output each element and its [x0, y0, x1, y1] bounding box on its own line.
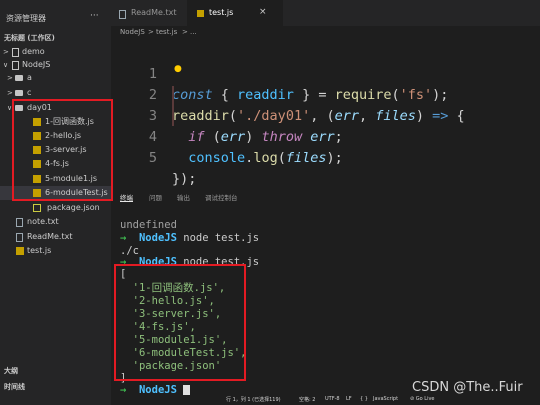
tree-item-nodejs[interactable]: ∨ NodeJS	[0, 58, 111, 72]
breadcrumb: NodeJS > test.js > ...	[111, 26, 540, 40]
prompt-directory: NodeJS	[138, 232, 177, 244]
tab-output[interactable]: 输出	[177, 192, 190, 202]
tree-item-file[interactable]: test.js	[0, 244, 111, 258]
tree-item-file[interactable]: note.txt	[0, 215, 111, 229]
code-line-1[interactable]: 1 const { readdir } = require('fs');	[111, 43, 540, 103]
tree-item-demo[interactable]: > demo	[0, 45, 111, 59]
terminal-line: undefined	[120, 219, 520, 231]
tree-item-label: test.js	[27, 246, 52, 255]
text-file-icon	[119, 10, 126, 19]
breadcrumb-more[interactable]: ...	[190, 28, 197, 36]
tree-item-file[interactable]: ReadMe.txt	[0, 230, 111, 244]
tree-item-label: note.txt	[27, 217, 59, 226]
chevron-down-icon: ∨	[3, 61, 9, 69]
status-go-live[interactable]: ⊘ Go Live	[410, 396, 435, 402]
tree-item-label: ReadMe.txt	[27, 232, 73, 241]
tab-readme[interactable]: ReadMe.txt	[111, 0, 187, 26]
tree-item-label: c	[27, 88, 32, 97]
tree-item-folder-c[interactable]: > c	[0, 86, 111, 100]
chevron-right-icon: >	[7, 89, 13, 97]
folder-icon	[15, 75, 23, 81]
workspace-folder-icon	[12, 61, 19, 70]
tab-terminal[interactable]: 终端	[120, 192, 133, 202]
tree-item-file[interactable]: package.json	[0, 201, 111, 215]
tree-item-folder-a[interactable]: > a	[0, 71, 111, 85]
folder-icon	[15, 90, 23, 96]
highlight-box-output	[114, 264, 246, 381]
tab-debug-console[interactable]: 调试控制台	[205, 192, 238, 202]
more-actions-icon[interactable]: ···	[90, 11, 99, 21]
js-file-icon	[197, 10, 204, 17]
prompt-arrow-icon: →	[120, 384, 127, 396]
timeline-section[interactable]: 时间线	[4, 382, 25, 392]
prompt-directory: NodeJS	[138, 384, 177, 396]
line-number: 5	[148, 150, 157, 166]
status-bar: 行 1，列 1 (已选择119) 空格: 2 UTF-8 LF { } Java…	[111, 396, 540, 405]
text-file-icon	[16, 218, 23, 227]
watermark: CSDN @The..Fuir	[412, 380, 523, 395]
breadcrumb-separator: >	[148, 28, 154, 36]
js-file-icon	[16, 247, 24, 255]
status-cursor-position[interactable]: 行 1，列 1 (已选择119)	[226, 396, 281, 403]
tree-item-label: demo	[22, 47, 45, 56]
text-file-icon	[16, 233, 23, 242]
code-text: console.log(files);	[188, 150, 343, 166]
breadcrumb-nodejs[interactable]: NodeJS	[120, 28, 145, 36]
status-eol[interactable]: LF	[346, 396, 352, 402]
status-encoding[interactable]: UTF-8	[325, 396, 340, 402]
editor-tab-bar: ReadMe.txt test.js ×	[111, 0, 540, 26]
json-file-icon	[33, 204, 41, 212]
tab-label: test.js	[209, 8, 234, 17]
code-line-4[interactable]: 4 console.log(files);	[111, 106, 540, 166]
terminal-prompt-line: → NodeJS node test.js	[120, 232, 520, 244]
close-icon[interactable]: ×	[259, 7, 267, 17]
tree-item-label: NodeJS	[22, 60, 51, 69]
tab-test-js[interactable]: test.js ×	[187, 0, 283, 26]
highlight-box-files	[12, 99, 113, 201]
tree-item-label: a	[27, 73, 32, 82]
panel-tab-bar: 终端 问题 输出 调试控制台	[111, 186, 540, 204]
chevron-right-icon: >	[3, 48, 9, 56]
chevron-right-icon: >	[7, 74, 13, 82]
code-line-3[interactable]: 3 if (err) throw err;	[111, 85, 540, 145]
terminal-command: node test.js	[183, 232, 260, 244]
code-line-5[interactable]: 5 });	[111, 127, 540, 187]
workspace-title: 无标题 (工作区)	[4, 34, 55, 42]
lightbulb-icon[interactable]: ●	[174, 64, 182, 74]
terminal-cursor	[183, 385, 191, 395]
explorer-title: 资源管理器	[6, 14, 46, 23]
workspace-folder-icon	[12, 48, 19, 57]
tab-label: ReadMe.txt	[131, 8, 177, 17]
explorer-sidebar: 资源管理器 ··· 无标题 (工作区) > demo ∨ NodeJS > a …	[0, 0, 113, 405]
status-language[interactable]: JavaScript	[373, 396, 398, 402]
status-indentation[interactable]: 空格: 2	[299, 396, 315, 403]
breadcrumb-test-js[interactable]: test.js	[156, 28, 177, 36]
breadcrumb-separator: >	[182, 28, 188, 36]
terminal-text: undefined	[120, 219, 177, 231]
tree-item-label: package.json	[47, 203, 100, 212]
workspace-header[interactable]: 无标题 (工作区)	[0, 31, 111, 45]
outline-section[interactable]: 大纲	[4, 366, 18, 376]
status-language-icon: { }	[360, 396, 368, 402]
tab-problems[interactable]: 问题	[149, 192, 162, 202]
prompt-arrow-icon: →	[120, 232, 127, 244]
